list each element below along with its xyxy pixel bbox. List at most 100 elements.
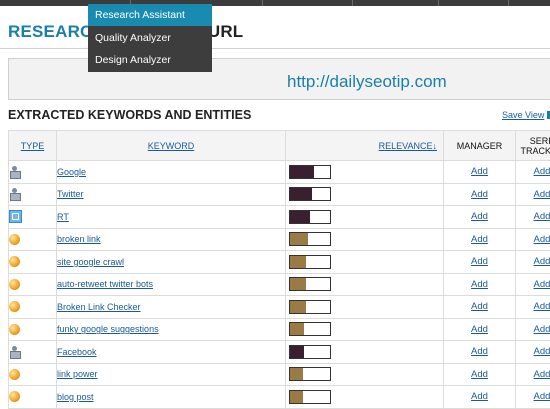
section-title: EXTRACTED KEYWORDS AND ENTITIES <box>8 108 251 122</box>
column-header-relevance[interactable]: RELEVANCE↓ <box>286 131 444 161</box>
keyword-ball-icon <box>9 391 20 402</box>
add-to-serp-tracker-link[interactable]: Add <box>534 324 550 335</box>
keyword-ball-icon <box>9 279 20 290</box>
add-to-serp-tracker-link[interactable]: Add <box>534 279 550 290</box>
table-row: site google crawl Add Add <box>9 251 550 274</box>
add-to-manager-link[interactable]: Add <box>471 369 488 380</box>
serp-cell: Add <box>516 161 550 184</box>
keyword-cell: Facebook <box>57 341 286 364</box>
keyword-link[interactable]: Broken Link Checker <box>57 302 141 312</box>
type-cell <box>9 251 57 274</box>
keyword-link[interactable]: Google <box>57 167 86 177</box>
add-to-serp-tracker-link[interactable]: Add <box>534 189 550 200</box>
keyword-link[interactable]: auto-retweet twitter bots <box>57 279 153 289</box>
relevance-cell <box>286 386 444 409</box>
relevance-bar <box>289 345 331 359</box>
relevance-bar-fill <box>290 166 314 178</box>
table-row: Facebook Add Add <box>9 341 550 364</box>
keyword-link[interactable]: Facebook <box>57 347 97 357</box>
table-row: RT Add Add <box>9 206 550 229</box>
serp-cell: Add <box>516 341 550 364</box>
relevance-cell <box>286 273 444 296</box>
column-header-type[interactable]: TYPE <box>9 131 57 161</box>
add-to-manager-link[interactable]: Add <box>471 256 488 267</box>
manager-cell: Add <box>444 363 516 386</box>
relevance-bar-fill <box>290 301 306 313</box>
menu-item-quality-analyzer[interactable]: Quality Analyzer <box>88 27 212 49</box>
add-to-serp-tracker-link[interactable]: Add <box>534 166 550 177</box>
table-row: Broken Link Checker Add Add <box>9 296 550 319</box>
relevance-bar <box>289 277 331 291</box>
manager-cell: Add <box>444 183 516 206</box>
serp-header-line1: SERP <box>530 136 550 146</box>
add-to-serp-tracker-link[interactable]: Add <box>534 211 550 222</box>
table-row: Google Add Add <box>9 161 550 184</box>
keyword-ball-icon <box>9 301 20 312</box>
add-to-manager-link[interactable]: Add <box>471 301 488 312</box>
keyword-cell: Twitter <box>57 183 286 206</box>
menu-item-design-analyzer[interactable]: Design Analyzer <box>88 49 212 71</box>
type-cell <box>9 296 57 319</box>
add-to-manager-link[interactable]: Add <box>471 166 488 177</box>
keyword-cell: blog post <box>57 386 286 409</box>
relevance-cell <box>286 341 444 364</box>
relevance-bar-fill <box>290 278 306 290</box>
serp-cell: Add <box>516 206 550 229</box>
add-to-manager-link[interactable]: Add <box>471 189 488 200</box>
keyword-cell: RT <box>57 206 286 229</box>
add-to-manager-link[interactable]: Add <box>471 391 488 402</box>
retweet-icon <box>9 210 22 223</box>
add-to-serp-tracker-link[interactable]: Add <box>534 256 550 267</box>
relevance-cell <box>286 251 444 274</box>
table-row: link power Add Add <box>9 363 550 386</box>
table-row: blog post Add Add <box>9 386 550 409</box>
keyword-link[interactable]: link power <box>57 369 98 379</box>
add-to-serp-tracker-link[interactable]: Add <box>534 301 550 312</box>
add-to-serp-tracker-link[interactable]: Add <box>534 369 550 380</box>
nav-divider <box>438 0 439 6</box>
add-to-manager-link[interactable]: Add <box>471 324 488 335</box>
menu-item-research-assistant[interactable]: Research Assistant <box>88 4 212 26</box>
serp-cell: Add <box>516 318 550 341</box>
table-row: auto-retweet twitter bots Add Add <box>9 273 550 296</box>
relevance-bar-fill <box>290 391 303 403</box>
keyword-ball-icon <box>9 234 20 245</box>
save-view-link[interactable]: Save View <box>502 110 544 120</box>
keyword-cell: Google <box>57 161 286 184</box>
keyword-link[interactable]: funky google suggestions <box>57 324 159 334</box>
relevance-bar-fill <box>290 188 312 200</box>
keyword-cell: funky google suggestions <box>57 318 286 341</box>
keyword-link[interactable]: RT <box>57 212 69 222</box>
relevance-cell <box>286 228 444 251</box>
serp-header-line2: TRACKER <box>520 146 550 156</box>
keyword-ball-icon <box>9 369 20 380</box>
add-to-manager-link[interactable]: Add <box>471 211 488 222</box>
title-divider <box>0 48 550 49</box>
nav-divider <box>508 0 509 6</box>
relevance-cell <box>286 318 444 341</box>
keywords-table: TYPE KEYWORD RELEVANCE↓ MANAGER SERP TRA… <box>8 130 550 409</box>
relevance-bar-fill <box>290 323 304 335</box>
add-to-serp-tracker-link[interactable]: Add <box>534 391 550 402</box>
add-to-serp-tracker-link[interactable]: Add <box>534 234 550 245</box>
person-icon <box>9 188 20 200</box>
keyword-link[interactable]: blog post <box>57 392 94 402</box>
type-cell <box>9 228 57 251</box>
relevance-bar-fill <box>290 346 304 358</box>
manager-cell: Add <box>444 386 516 409</box>
keyword-cell: link power <box>57 363 286 386</box>
keyword-link[interactable]: site google crawl <box>57 257 124 267</box>
relevance-bar <box>289 165 331 179</box>
relevance-cell <box>286 206 444 229</box>
keyword-link[interactable]: Twitter <box>57 189 84 199</box>
column-header-keyword[interactable]: KEYWORD <box>57 131 286 161</box>
keyword-cell: auto-retweet twitter bots <box>57 273 286 296</box>
add-to-manager-link[interactable]: Add <box>471 346 488 357</box>
analyzed-url[interactable]: http://dailyseotip.com <box>287 72 447 92</box>
add-to-manager-link[interactable]: Add <box>471 279 488 290</box>
serp-cell: Add <box>516 228 550 251</box>
add-to-serp-tracker-link[interactable]: Add <box>534 346 550 357</box>
add-to-manager-link[interactable]: Add <box>471 234 488 245</box>
keyword-link[interactable]: broken link <box>57 234 101 244</box>
type-cell <box>9 273 57 296</box>
